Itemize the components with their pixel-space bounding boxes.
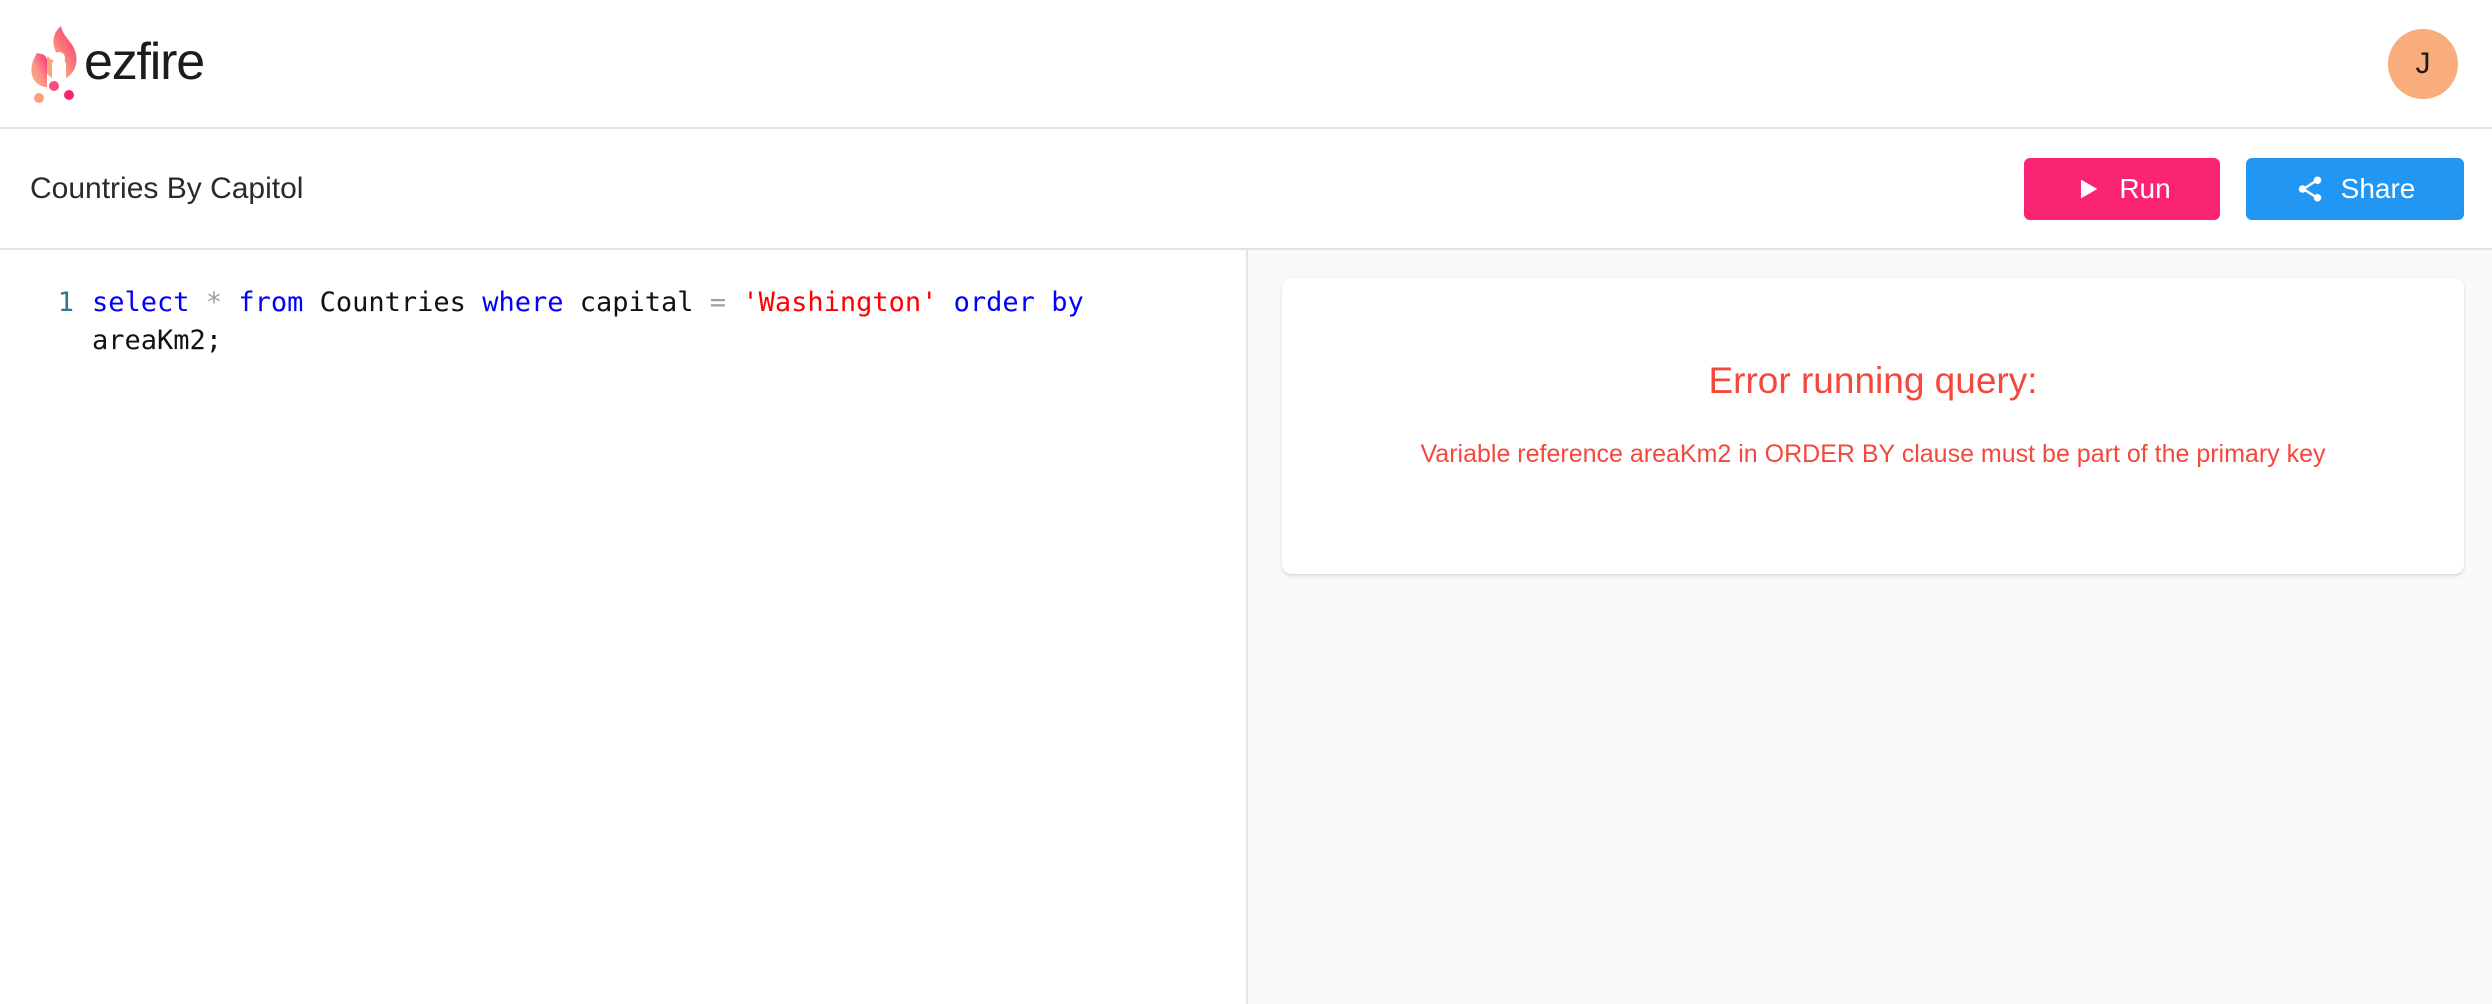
main-split: 1 select * from Countries where capital … <box>0 250 2492 1004</box>
query-toolbar: Countries By Capitol Run Share <box>0 129 2492 250</box>
app-header: ezfire J <box>0 0 2492 129</box>
run-button[interactable]: Run <box>2024 157 2220 220</box>
query-title[interactable]: Countries By Capitol <box>30 173 303 204</box>
sql-code[interactable]: select * from Countries where capital = … <box>92 284 1246 360</box>
play-icon <box>2073 174 2103 204</box>
error-title: Error running query: <box>1708 360 2038 401</box>
avatar-initial: J <box>2415 46 2431 80</box>
flame-circuit-icon <box>28 25 80 103</box>
toolbar-actions: Run Share <box>2024 157 2464 220</box>
share-button[interactable]: Share <box>2246 157 2464 220</box>
line-number: 1 <box>57 287 74 318</box>
results-pane: Error running query: Variable reference … <box>1248 250 2492 1004</box>
avatar[interactable]: J <box>2388 28 2458 99</box>
error-card: Error running query: Variable reference … <box>1282 278 2464 574</box>
share-nodes-icon <box>2295 174 2325 204</box>
run-button-label: Run <box>2119 172 2171 204</box>
brand[interactable]: ezfire <box>28 0 205 127</box>
code-line: 1 select * from Countries where capital … <box>0 284 1246 360</box>
sql-editor-pane[interactable]: 1 select * from Countries where capital … <box>0 250 1248 1004</box>
error-message: Variable reference areaKm2 in ORDER BY c… <box>1420 440 2326 468</box>
app-root: ezfire J Countries By Capitol Run Share … <box>0 0 2492 1004</box>
share-button-label: Share <box>2340 172 2416 204</box>
brand-name: ezfire <box>84 32 205 91</box>
